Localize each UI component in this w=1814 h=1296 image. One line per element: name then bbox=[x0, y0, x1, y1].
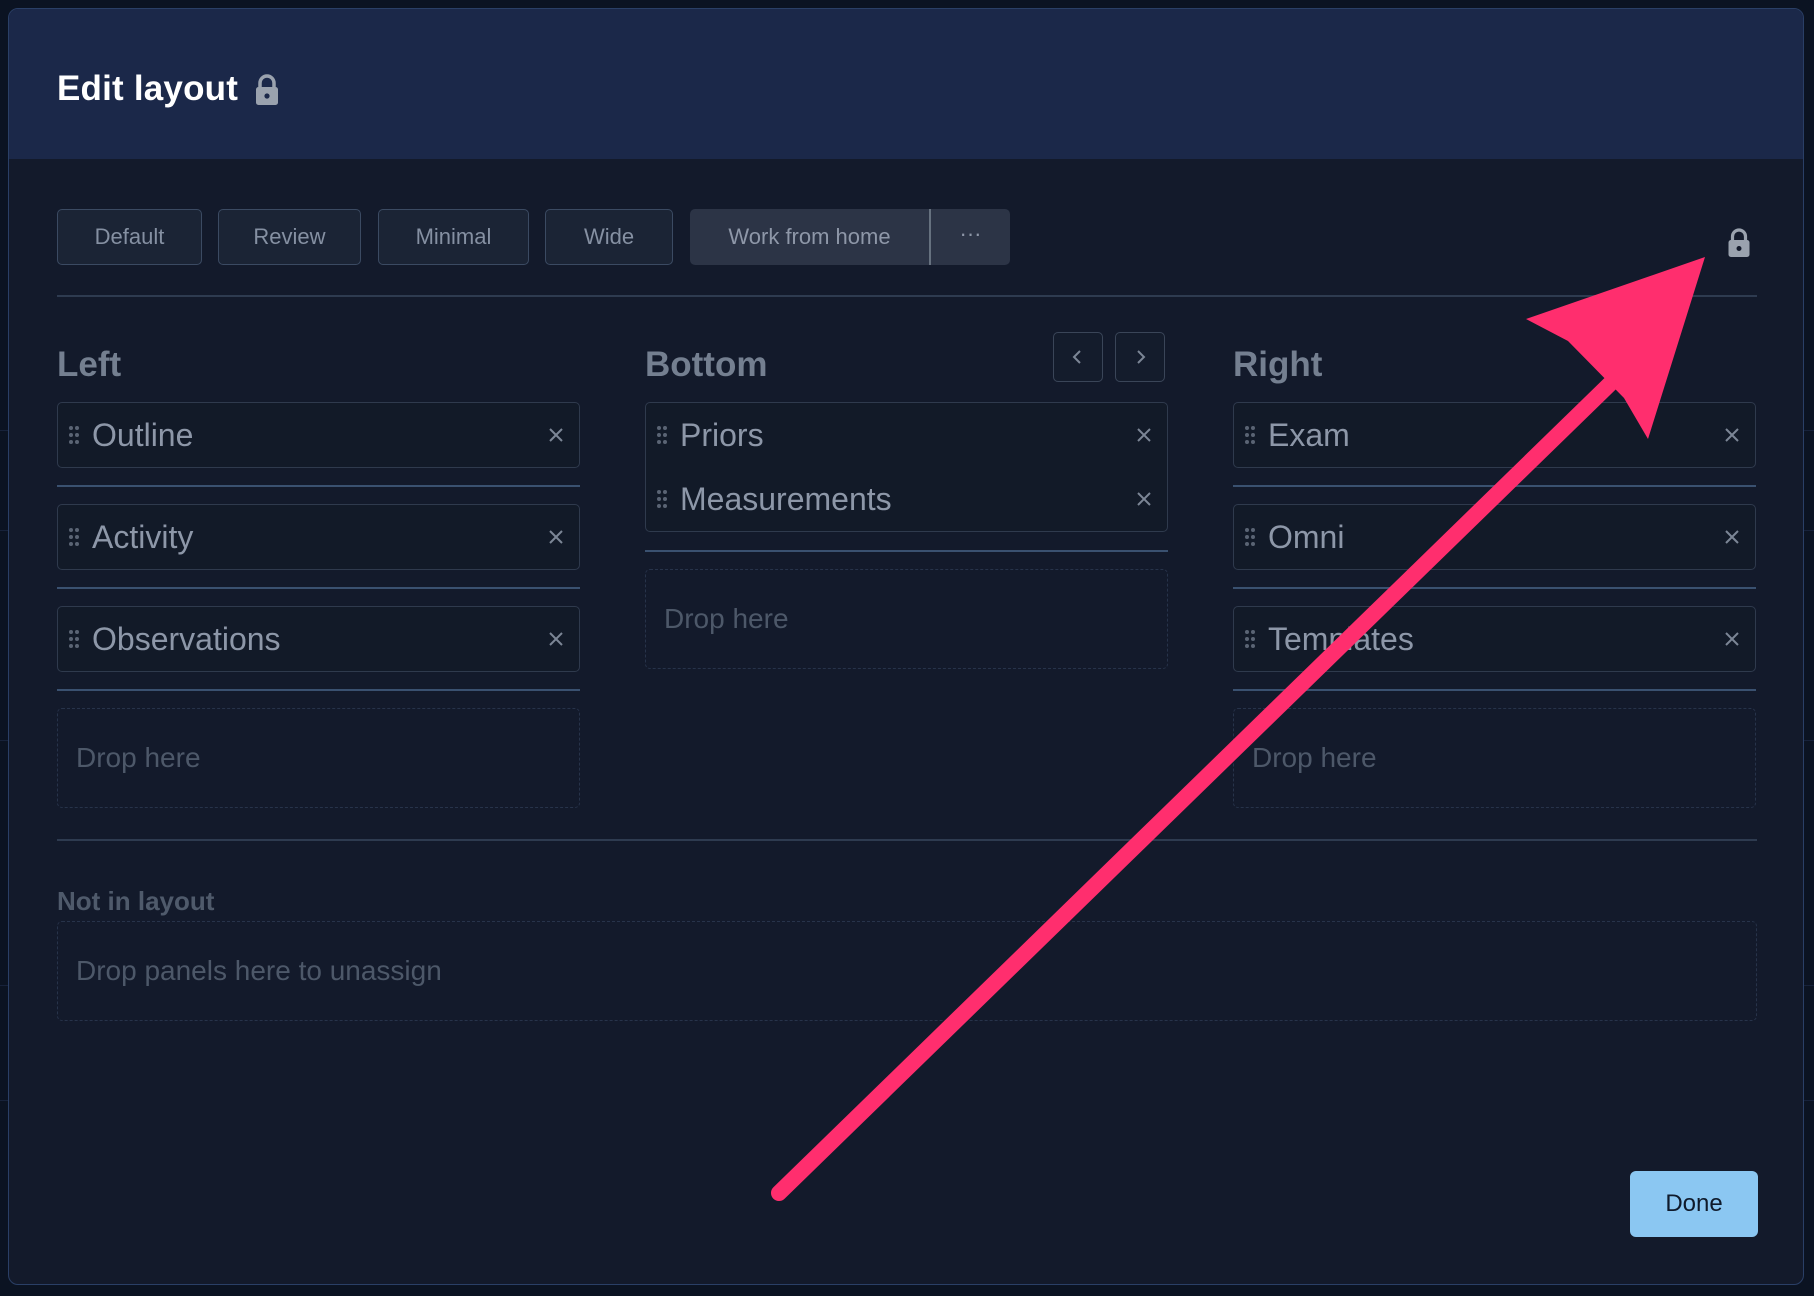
panel-item[interactable]: Priors bbox=[646, 403, 1167, 467]
lock-icon[interactable] bbox=[1726, 227, 1752, 259]
close-icon[interactable] bbox=[1135, 426, 1153, 444]
panel-label: Priors bbox=[680, 417, 764, 453]
panel-item[interactable]: Exam bbox=[1233, 402, 1756, 468]
not-in-layout-title: Not in layout bbox=[57, 886, 215, 916]
preset-review[interactable]: Review bbox=[218, 209, 361, 265]
chevron-left-icon bbox=[1072, 350, 1081, 364]
panel-label: Exam bbox=[1268, 417, 1350, 453]
panel-label: Omni bbox=[1268, 519, 1345, 555]
next-button[interactable] bbox=[1115, 332, 1165, 382]
panel-group: Priors Measurements bbox=[645, 402, 1168, 532]
close-icon[interactable] bbox=[547, 630, 565, 648]
drag-handle-icon[interactable] bbox=[656, 489, 668, 509]
drop-zone-right[interactable]: Drop here bbox=[1233, 708, 1756, 808]
section-divider bbox=[57, 295, 1757, 297]
done-button[interactable]: Done bbox=[1630, 1171, 1758, 1237]
drag-handle-icon[interactable] bbox=[1244, 527, 1256, 547]
preset-more-button[interactable]: ··· bbox=[931, 209, 1010, 265]
drop-zone-label: Drop here bbox=[76, 742, 201, 773]
panel-item[interactable]: Templates bbox=[1233, 606, 1756, 672]
panel-item[interactable]: Observations bbox=[57, 606, 580, 672]
drag-handle-icon[interactable] bbox=[68, 629, 80, 649]
chevron-right-icon bbox=[1137, 350, 1146, 364]
column-title-left: Left bbox=[57, 345, 122, 384]
drag-handle-icon[interactable] bbox=[1244, 629, 1256, 649]
preset-work-from-home: Work from home ··· bbox=[690, 209, 1010, 265]
drag-handle-icon[interactable] bbox=[68, 527, 80, 547]
drag-handle-icon[interactable] bbox=[68, 425, 80, 445]
close-icon[interactable] bbox=[547, 426, 565, 444]
drag-handle-icon[interactable] bbox=[1244, 425, 1256, 445]
column-title-bottom: Bottom bbox=[645, 345, 768, 384]
drop-indicator bbox=[1233, 587, 1756, 589]
close-icon[interactable] bbox=[547, 528, 565, 546]
close-icon[interactable] bbox=[1723, 630, 1741, 648]
preset-wide[interactable]: Wide bbox=[545, 209, 673, 265]
previous-button[interactable] bbox=[1053, 332, 1103, 382]
section-divider bbox=[57, 839, 1757, 841]
dialog-title: Edit layout bbox=[57, 69, 239, 108]
drop-indicator bbox=[57, 689, 580, 691]
drop-indicator bbox=[645, 550, 1168, 552]
drag-handle-icon[interactable] bbox=[656, 425, 668, 445]
close-icon[interactable] bbox=[1723, 528, 1741, 546]
close-icon[interactable] bbox=[1135, 490, 1153, 508]
panel-item[interactable]: Outline bbox=[57, 402, 580, 468]
panel-label: Templates bbox=[1268, 621, 1414, 657]
preset-minimal[interactable]: Minimal bbox=[378, 209, 529, 265]
lock-icon bbox=[256, 74, 278, 105]
panel-label: Measurements bbox=[680, 481, 892, 517]
preset-active-label[interactable]: Work from home bbox=[690, 209, 929, 265]
column-title-right: Right bbox=[1233, 345, 1323, 384]
drop-zone-label: Drop here bbox=[1252, 742, 1377, 773]
panel-item[interactable]: Activity bbox=[57, 504, 580, 570]
unassign-drop-zone[interactable]: Drop panels here to unassign bbox=[57, 921, 1757, 1021]
drop-zone-bottom[interactable]: Drop here bbox=[645, 569, 1168, 669]
drop-zone-left[interactable]: Drop here bbox=[57, 708, 580, 808]
panel-item[interactable]: Measurements bbox=[646, 467, 1167, 531]
drop-indicator bbox=[1233, 485, 1756, 487]
panel-label: Observations bbox=[92, 621, 281, 657]
drop-zone-label: Drop here bbox=[664, 603, 789, 634]
drop-indicator bbox=[57, 587, 580, 589]
drop-indicator bbox=[1233, 689, 1756, 691]
dialog-header: Edit layout bbox=[9, 9, 1803, 159]
preset-default[interactable]: Default bbox=[57, 209, 202, 265]
close-icon[interactable] bbox=[1723, 426, 1741, 444]
panel-label: Outline bbox=[92, 417, 194, 453]
panel-label: Activity bbox=[92, 519, 194, 555]
drop-indicator bbox=[57, 485, 580, 487]
edit-layout-dialog: Edit layout Default Review Minimal Wide … bbox=[8, 8, 1804, 1285]
unassign-drop-label: Drop panels here to unassign bbox=[76, 955, 442, 986]
panel-item[interactable]: Omni bbox=[1233, 504, 1756, 570]
